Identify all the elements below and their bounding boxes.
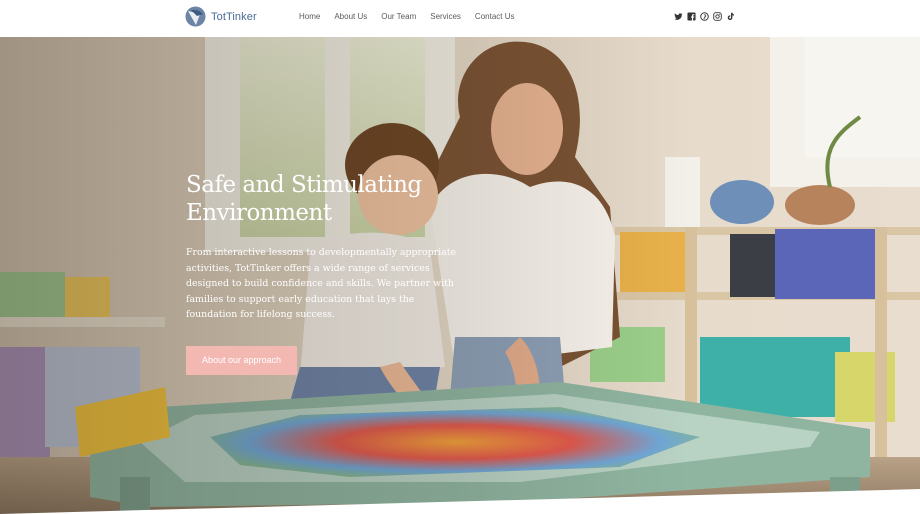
brand-logo[interactable]: TotTinker [185, 6, 257, 27]
facebook-icon[interactable] [687, 12, 696, 21]
nav-contact-us[interactable]: Contact Us [475, 11, 515, 22]
hero-description: From interactive lessons to developmenta… [186, 247, 457, 320]
main-nav: Home About Us Our Team Services Contact … [299, 11, 529, 22]
logo-icon [185, 6, 206, 27]
hero-overlay [0, 37, 920, 514]
tiktok-icon[interactable] [726, 12, 735, 21]
pinterest-icon[interactable] [700, 12, 709, 21]
nav-our-team[interactable]: Our Team [381, 11, 416, 22]
nav-about-us[interactable]: About Us [334, 11, 367, 22]
instagram-icon[interactable] [713, 12, 722, 21]
nav-services[interactable]: Services [430, 11, 461, 22]
social-links [674, 12, 735, 21]
hero-title: Safe and Stimulating Environment [186, 172, 422, 226]
brand-name: TotTinker [211, 10, 257, 23]
nav-home[interactable]: Home [299, 11, 320, 22]
twitter-icon[interactable] [674, 12, 683, 21]
site-header: TotTinker Home About Us Our Team Service… [0, 0, 920, 37]
hero-section: Safe and Stimulating Environment From in… [0, 37, 920, 514]
about-approach-button[interactable]: About our approach [186, 346, 297, 375]
